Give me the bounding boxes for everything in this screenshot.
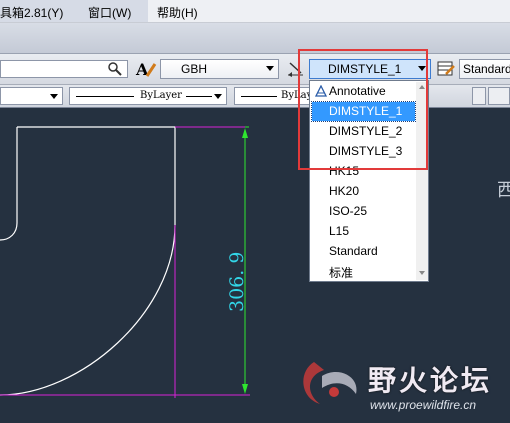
svg-text:A: A [135,60,149,79]
dropdown-item-biaozhun[interactable]: 标准 [312,262,415,281]
table-style-value: Standard [463,62,510,76]
watermark-title: 野火论坛 [368,364,493,397]
menu-item-window[interactable]: 窗口(W) [88,4,131,21]
text-style-combo[interactable]: GBH [160,59,279,79]
styles-toolbar: A GBH DIMSTYLE_1 Standard [0,54,510,85]
chevron-down-icon [266,66,274,71]
linetype-preview-tail [186,96,212,97]
linetype-value: ByLayer [140,90,182,101]
table-style-icon[interactable] [437,60,457,81]
chevron-down-icon [50,94,58,99]
dropdown-item-label: Standard [329,244,378,258]
dropdown-item-label: L15 [329,224,350,238]
dropdown-item-label: 标准 [329,266,354,280]
dropdown-item-label: HK20 [329,184,360,198]
menu-item-help[interactable]: 帮助(H) [157,4,198,21]
dropdown-item-iso-25[interactable]: ISO-25 [312,202,415,221]
dropdown-item-hk20[interactable]: HK20 [312,182,415,201]
menu-item-toolbox[interactable]: 具箱2.81(Y) [0,4,63,21]
menu-bar: 具箱2.81(Y) 窗口(W) 帮助(H) [0,0,510,23]
linetype-preview [76,96,134,97]
plotstyle-combo[interactable] [472,87,486,105]
text-style-icon[interactable]: A [135,59,157,82]
lineweight-preview [241,96,277,97]
forum-logo-icon [298,354,368,419]
dropdown-item-standard[interactable]: Standard [312,242,415,261]
scroll-down-icon[interactable] [419,271,425,275]
search-icon[interactable] [107,61,125,80]
highlight-box [298,49,428,170]
chevron-down-icon [214,94,222,99]
color-combo[interactable] [0,87,63,105]
ribbon-band [0,23,510,54]
text-style-value: GBH [181,62,208,76]
dimension-label: 306. 9 [226,252,248,312]
table-style-combo[interactable]: Standard [459,59,510,79]
watermark-url: www.proewildfire.cn [370,398,477,412]
toolbar-grip [488,87,510,105]
svg-text:306. 9: 306. 9 [226,252,248,312]
linetype-combo[interactable]: ByLayer [69,87,227,105]
dropdown-item-label: ISO-25 [329,204,368,218]
edge-text: 西 [497,180,510,200]
dropdown-item-l15[interactable]: L15 [312,222,415,241]
